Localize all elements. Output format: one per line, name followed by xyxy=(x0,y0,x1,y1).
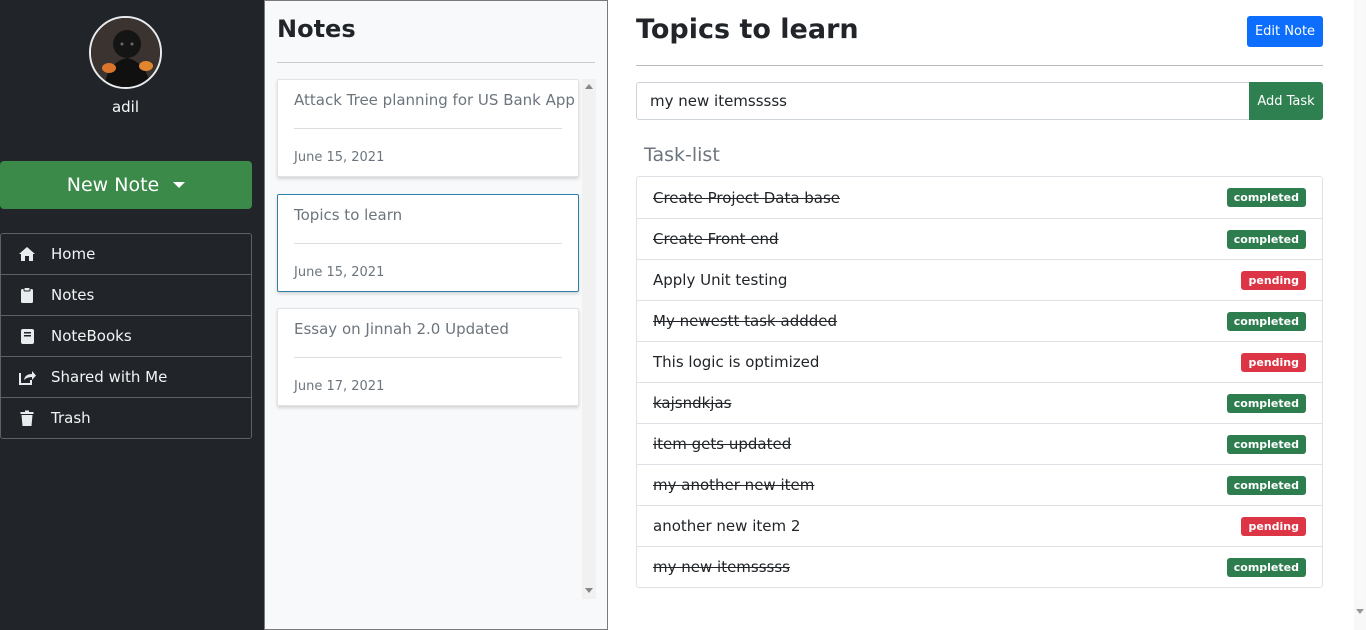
note-list: Attack Tree planning for US Bank App Jun… xyxy=(277,79,581,406)
task-item[interactable]: item gets updated completed xyxy=(637,423,1322,464)
task-item[interactable]: Create Front end completed xyxy=(637,218,1322,259)
caret-down-icon xyxy=(173,182,186,188)
status-badge: pending xyxy=(1241,270,1306,290)
new-note-button[interactable]: New Note xyxy=(0,161,252,209)
sidebar-item-label: Notes xyxy=(51,286,95,304)
sidebar-item-label: Trash xyxy=(51,409,91,427)
status-badge: completed xyxy=(1226,229,1306,249)
edit-note-button[interactable]: Edit Note xyxy=(1247,16,1323,47)
divider xyxy=(294,243,562,244)
notes-title: Notes xyxy=(277,15,356,43)
note-title: Topics to learn xyxy=(294,206,403,224)
sidebar-nav: Home Notes NoteBooks Shared with Me Tras… xyxy=(0,233,252,439)
note-card-selected[interactable]: Topics to learn June 15, 2021 xyxy=(277,194,579,292)
task-text: my new itemsssss xyxy=(653,558,790,576)
page-scrollbar[interactable] xyxy=(1354,0,1366,630)
divider xyxy=(636,65,1323,66)
task-item[interactable]: my another new item completed xyxy=(637,464,1322,505)
status-badge: pending xyxy=(1241,352,1306,372)
trash-icon xyxy=(17,409,37,427)
task-list: Create Project Data base completed Creat… xyxy=(636,176,1323,588)
avatar[interactable] xyxy=(89,16,162,89)
sidebar: adil New Note Home Notes NoteBooks Share… xyxy=(0,0,264,630)
page-title: Topics to learn xyxy=(636,14,859,45)
task-text: Apply Unit testing xyxy=(653,271,788,289)
note-date: June 17, 2021 xyxy=(294,379,385,394)
note-list-scrollbar[interactable] xyxy=(582,79,596,599)
status-badge: completed xyxy=(1226,557,1306,577)
task-text: Create Project Data base xyxy=(653,188,841,207)
task-text: another new item 2 xyxy=(653,517,801,535)
scroll-down-icon[interactable] xyxy=(1356,609,1364,614)
status-badge: completed xyxy=(1226,434,1306,454)
sidebar-item-notebooks[interactable]: NoteBooks xyxy=(0,315,252,357)
note-card[interactable]: Attack Tree planning for US Bank App Jun… xyxy=(277,79,579,177)
sidebar-item-shared[interactable]: Shared with Me xyxy=(0,356,252,398)
sidebar-item-label: NoteBooks xyxy=(51,327,132,345)
sidebar-item-home[interactable]: Home xyxy=(0,233,252,275)
scroll-up-icon[interactable] xyxy=(585,84,593,89)
task-text: This logic is optimized xyxy=(653,353,820,371)
divider xyxy=(294,128,562,129)
note-title: Essay on Jinnah 2.0 Updated xyxy=(294,320,509,338)
task-text: Create Front end xyxy=(653,230,779,248)
status-badge: completed xyxy=(1226,188,1306,207)
sidebar-item-trash[interactable]: Trash xyxy=(0,397,252,439)
book-icon xyxy=(17,327,37,345)
scrollbar-thumb[interactable] xyxy=(1356,0,1364,600)
task-item[interactable]: my new itemsssss completed xyxy=(637,546,1322,587)
task-text: My newestt task addded xyxy=(653,312,838,330)
status-badge: pending xyxy=(1241,516,1306,536)
tasklist-title: Task-list xyxy=(644,144,720,166)
note-card[interactable]: Essay on Jinnah 2.0 Updated June 17, 202… xyxy=(277,308,579,406)
note-detail: Topics to learn Edit Note Add Task Task-… xyxy=(608,0,1366,630)
divider xyxy=(294,357,562,358)
note-title: Attack Tree planning for US Bank App xyxy=(294,91,575,109)
status-badge: completed xyxy=(1226,393,1306,413)
task-item[interactable]: Apply Unit testing pending xyxy=(637,259,1322,300)
task-item[interactable]: kajsndkjas completed xyxy=(637,382,1322,423)
home-icon xyxy=(17,245,37,263)
note-date: June 15, 2021 xyxy=(294,265,385,280)
notes-panel: Notes Attack Tree planning for US Bank A… xyxy=(264,0,608,630)
clipboard-icon xyxy=(17,286,37,304)
scroll-down-icon[interactable] xyxy=(585,588,593,593)
status-badge: completed xyxy=(1226,475,1306,495)
task-item[interactable]: This logic is optimized pending xyxy=(637,341,1322,382)
new-note-label: New Note xyxy=(66,174,160,196)
sidebar-item-label: Home xyxy=(51,245,96,263)
sidebar-item-label: Shared with Me xyxy=(51,368,168,386)
task-item[interactable]: My newestt task addded completed xyxy=(637,300,1322,341)
task-text: kajsndkjas xyxy=(653,394,732,412)
task-text: item gets updated xyxy=(653,435,792,453)
status-badge: completed xyxy=(1226,311,1306,331)
task-text: my another new item xyxy=(653,476,815,494)
note-date: June 15, 2021 xyxy=(294,150,385,165)
add-task-button[interactable]: Add Task xyxy=(1249,82,1323,120)
task-item[interactable]: another new item 2 pending xyxy=(637,505,1322,546)
divider xyxy=(277,62,595,63)
task-item[interactable]: Create Project Data base completed xyxy=(637,177,1322,218)
share-icon xyxy=(17,368,37,386)
user-name: adil xyxy=(111,98,140,116)
sidebar-item-notes[interactable]: Notes xyxy=(0,274,252,316)
task-input[interactable] xyxy=(636,82,1250,120)
